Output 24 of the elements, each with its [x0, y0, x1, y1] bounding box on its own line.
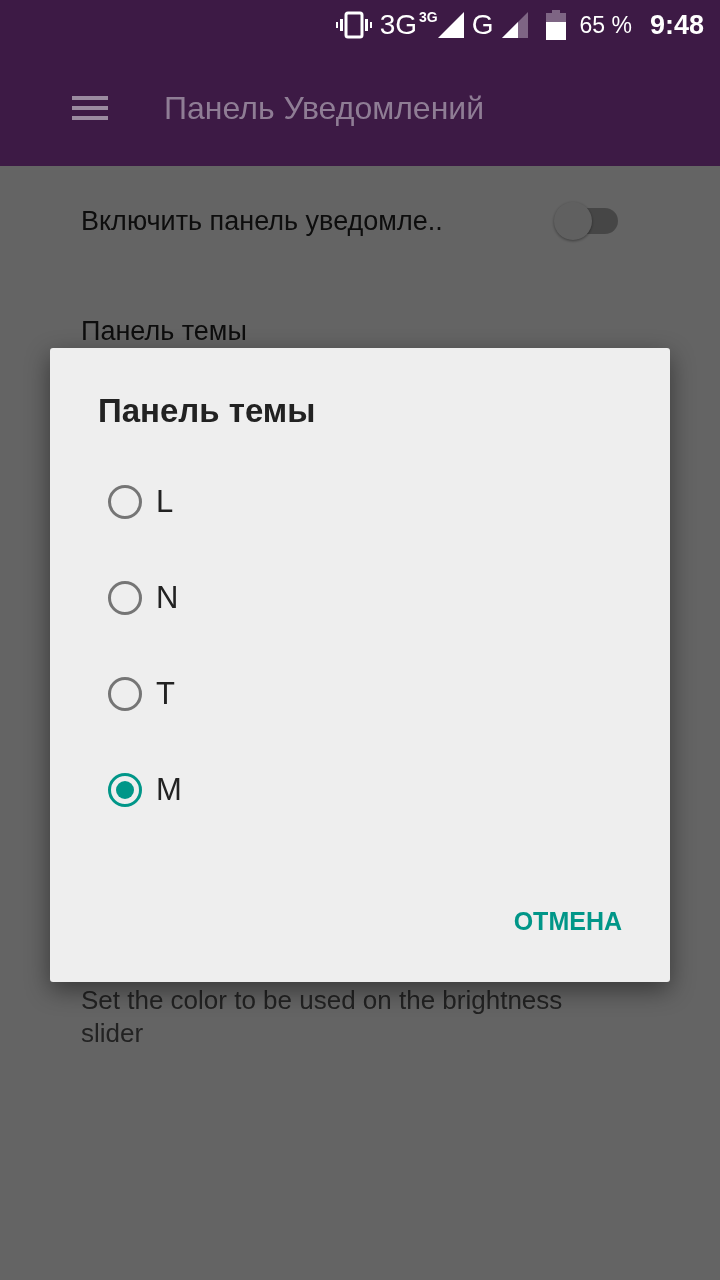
radio-button[interactable] — [108, 773, 142, 807]
dialog-title: Панель темы — [98, 392, 317, 430]
network-type: 3G — [379, 11, 418, 39]
option-label[interactable]: T — [156, 676, 175, 712]
option-label[interactable]: N — [156, 580, 179, 616]
signal-icon — [501, 12, 528, 38]
setting-summary: Set the color to be used on the brightness slider — [81, 984, 564, 1050]
app-title: Панель Уведомлений — [164, 89, 485, 127]
clock-time: 9:48 — [649, 11, 704, 39]
signal-icon — [437, 12, 464, 38]
option-label[interactable]: L — [156, 484, 174, 520]
radio-button[interactable] — [108, 485, 142, 519]
setting-title: Панель темы — [81, 315, 247, 347]
radio-button[interactable] — [108, 581, 142, 615]
vibrate-icon — [335, 11, 372, 39]
toggle-switch[interactable] — [554, 202, 620, 240]
network-type: G — [471, 11, 494, 39]
setting-title: Включить панель уведомле.. — [81, 205, 443, 237]
battery-percent: 65 % — [579, 13, 632, 37]
radio-button[interactable] — [108, 677, 142, 711]
network-type-small: 3G — [419, 10, 438, 24]
menu-icon[interactable] — [72, 96, 108, 120]
battery-icon — [545, 10, 566, 40]
option-label[interactable]: M — [156, 772, 182, 808]
